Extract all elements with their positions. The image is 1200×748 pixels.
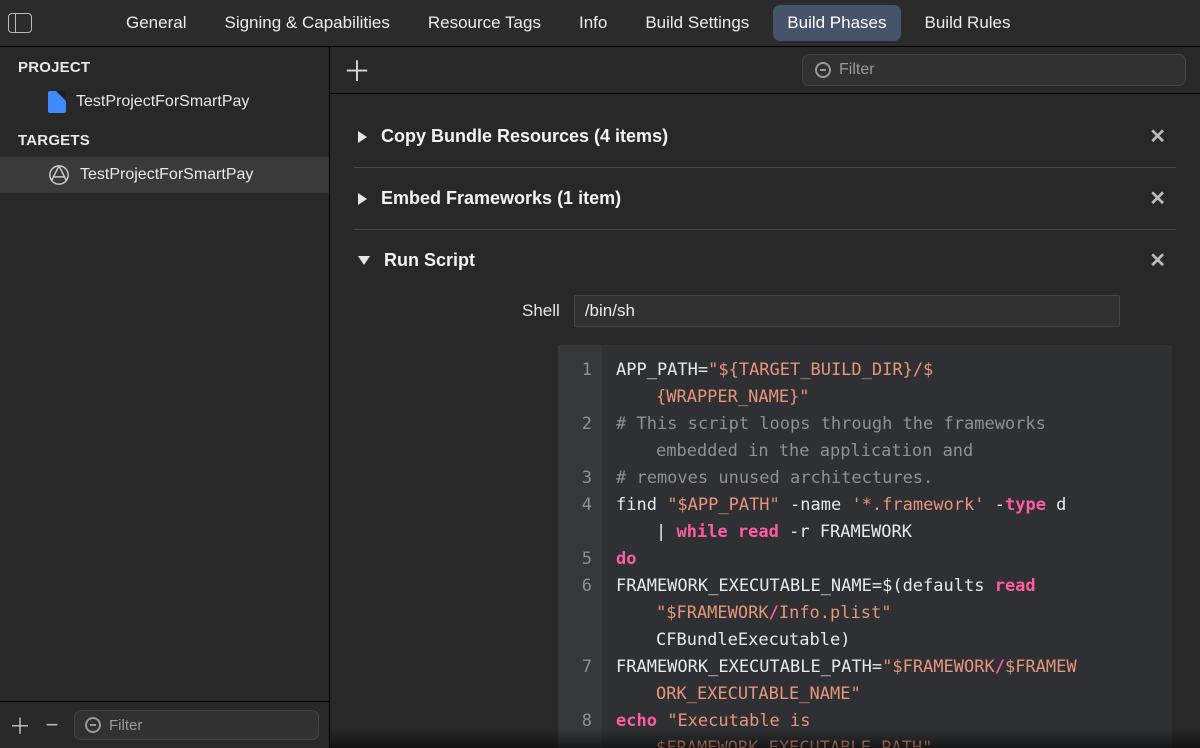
sidebar-filter[interactable]	[74, 710, 319, 740]
phase-copy-bundle-resources: Copy Bundle Resources (4 items) ✕	[354, 106, 1176, 167]
shell-row: Shell	[522, 295, 1172, 327]
sidebar-footer: ＋ −	[0, 701, 329, 748]
phases-list: Copy Bundle Resources (4 items) ✕ Embed …	[330, 94, 1200, 748]
project-row[interactable]: TestProjectForSmartPay	[0, 84, 329, 120]
run-script-body: Shell 1 2 34 56 7 8 APP_PATH="${TARGET_B…	[358, 277, 1172, 748]
tab-build-phases[interactable]: Build Phases	[773, 5, 900, 41]
tab-info[interactable]: Info	[565, 5, 621, 41]
phase-header[interactable]: Copy Bundle Resources (4 items) ✕	[358, 120, 1172, 153]
project-icon	[48, 91, 66, 113]
panel-toggle-icon[interactable]	[8, 13, 32, 33]
phase-run-script: Run Script ✕ Shell 1 2 34 56 7 8 APP_PAT…	[354, 229, 1176, 748]
phase-title: Run Script	[384, 250, 475, 271]
sidebar-heading-project: PROJECT	[0, 47, 329, 84]
remove-phase-button[interactable]: ✕	[1143, 120, 1172, 153]
script-code[interactable]: APP_PATH="${TARGET_BUILD_DIR}/${WRAPPER_…	[602, 345, 1172, 748]
filter-icon	[85, 717, 101, 733]
disclosure-triangle-icon[interactable]	[358, 193, 367, 205]
phase-title: Embed Frameworks (1 item)	[381, 188, 621, 209]
tab-resource-tags[interactable]: Resource Tags	[414, 5, 555, 41]
sidebar: PROJECT TestProjectForSmartPay TARGETS T…	[0, 47, 330, 748]
script-editor[interactable]: 1 2 34 56 7 8 APP_PATH="${TARGET_BUILD_D…	[558, 345, 1172, 748]
filter-icon	[815, 62, 831, 78]
app-target-icon	[48, 164, 70, 186]
remove-phase-button[interactable]: ✕	[1143, 182, 1172, 215]
project-name: TestProjectForSmartPay	[76, 93, 249, 111]
sidebar-heading-targets: TARGETS	[0, 120, 329, 157]
main-area: PROJECT TestProjectForSmartPay TARGETS T…	[0, 47, 1200, 748]
phase-title: Copy Bundle Resources (4 items)	[381, 126, 668, 147]
sidebar-filter-input[interactable]	[109, 717, 308, 734]
disclosure-triangle-icon[interactable]	[358, 256, 370, 265]
add-target-button[interactable]: ＋	[10, 715, 30, 735]
remove-phase-button[interactable]: ✕	[1143, 244, 1172, 277]
tab-build-rules[interactable]: Build Rules	[911, 5, 1025, 41]
phases-filter-input[interactable]	[839, 61, 1173, 79]
disclosure-triangle-icon[interactable]	[358, 131, 367, 143]
line-gutter: 1 2 34 56 7 8	[558, 345, 602, 748]
phases-filter[interactable]	[802, 54, 1186, 86]
remove-target-button[interactable]: −	[42, 715, 62, 735]
target-row[interactable]: TestProjectForSmartPay	[0, 157, 329, 193]
editor-tabs: General Signing & Capabilities Resource Ta…	[112, 5, 1025, 41]
shell-input[interactable]	[574, 295, 1120, 327]
phases-toolbar: ＋	[330, 47, 1200, 94]
tab-signing-capabilities[interactable]: Signing & Capabilities	[210, 5, 403, 41]
tab-general[interactable]: General	[112, 5, 200, 41]
editor-tabbar: General Signing & Capabilities Resource Ta…	[0, 0, 1200, 47]
phase-embed-frameworks: Embed Frameworks (1 item) ✕	[354, 167, 1176, 229]
target-name: TestProjectForSmartPay	[80, 166, 253, 184]
phase-header[interactable]: Run Script ✕	[358, 244, 1172, 277]
tab-build-settings[interactable]: Build Settings	[631, 5, 763, 41]
content: ＋ Copy Bundle Resources (4 items) ✕ Embe…	[330, 47, 1200, 748]
add-phase-button[interactable]: ＋	[344, 57, 370, 83]
shell-label: Shell	[522, 301, 560, 321]
phase-header[interactable]: Embed Frameworks (1 item) ✕	[358, 182, 1172, 215]
